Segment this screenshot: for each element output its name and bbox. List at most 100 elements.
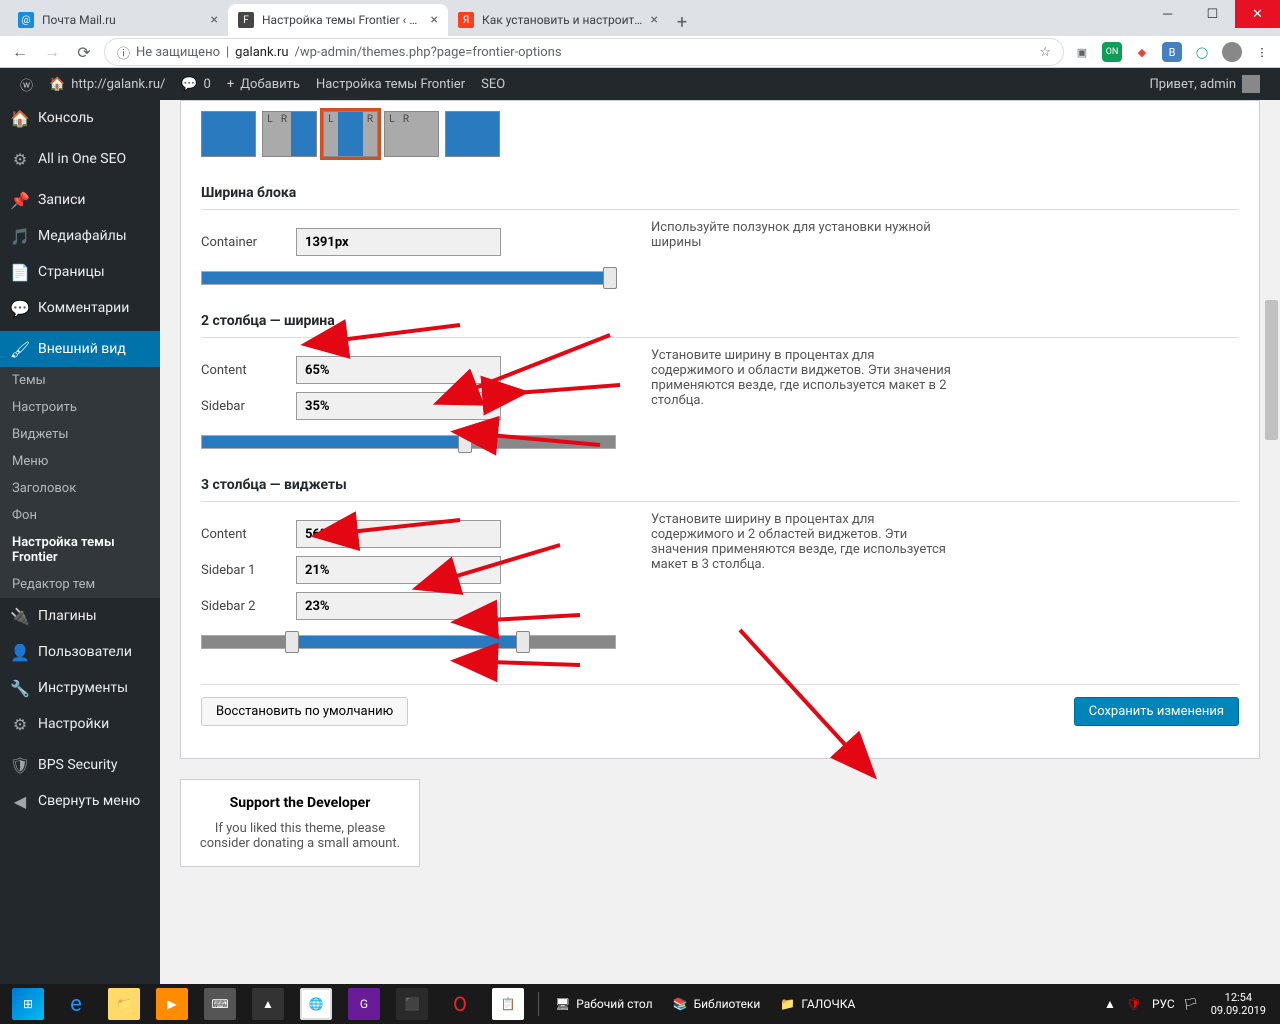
pin-icon: 📌 — [10, 190, 30, 210]
ext-icon[interactable]: B — [1162, 42, 1182, 62]
seo-link[interactable]: SEO — [473, 68, 513, 100]
minimize-button[interactable]: ─ — [1145, 0, 1190, 28]
two-col-slider[interactable] — [201, 435, 616, 449]
sub-themes[interactable]: Темы — [0, 367, 160, 394]
url-field[interactable]: ⓘ Не защищено | galank.ru/wp-admin/theme… — [104, 38, 1064, 66]
sub-editor[interactable]: Редактор тем — [0, 571, 160, 598]
three-col-hint: Установите ширину в процентах для содерж… — [651, 512, 951, 572]
close-button[interactable]: ✕ — [1235, 0, 1280, 28]
tb-opera[interactable]: O — [436, 984, 484, 1024]
tb-app[interactable]: ▲ — [244, 984, 292, 1024]
comments-link[interactable]: 💬 0 — [173, 68, 219, 100]
container-input[interactable] — [296, 228, 501, 256]
tab-strip: @ Почта Mail.ru × F Настройка темы Front… — [0, 0, 1280, 36]
container-label: Container — [201, 235, 296, 250]
tray-icon[interactable]: 🛡 — [1122, 984, 1146, 1024]
user-icon: 👤 — [10, 642, 30, 662]
scrollbar[interactable] — [1263, 100, 1280, 984]
sub-background[interactable]: Фон — [0, 502, 160, 529]
sub-header[interactable]: Заголовок — [0, 475, 160, 502]
menu-appearance[interactable]: 🖌Внешний вид — [0, 331, 160, 367]
three-col-slider[interactable] — [201, 635, 616, 649]
menu-posts[interactable]: 📌Записи — [0, 182, 160, 218]
ext-icon[interactable]: ◯ — [1192, 42, 1212, 62]
close-icon[interactable]: × — [431, 12, 438, 28]
tb-ie[interactable]: e — [52, 984, 100, 1024]
wp-sidebar: 🏠Консоль ⚙All in One SEO 📌Записи 🎵Медиаф… — [0, 100, 160, 984]
star-icon[interactable]: ☆ — [1039, 45, 1051, 60]
reset-button[interactable]: Восстановить по умолчанию — [201, 697, 408, 726]
layout-option[interactable]: LR — [262, 111, 317, 157]
wrench-icon: 🔧 — [10, 678, 30, 698]
ext-icon[interactable]: ◆ — [1132, 42, 1152, 62]
layout-option-selected[interactable]: LR — [323, 111, 378, 157]
browser-tab[interactable]: Я Как установить и настроить те… × — [448, 4, 668, 36]
tb-libraries[interactable]: 📚 Библиотеки — [663, 984, 771, 1024]
sub-menus[interactable]: Меню — [0, 448, 160, 475]
close-icon[interactable]: × — [651, 12, 658, 28]
brush-icon: 🖌 — [10, 339, 30, 359]
new-tab-button[interactable]: + — [668, 8, 696, 36]
sub-customize[interactable]: Настроить — [0, 394, 160, 421]
menu-pages[interactable]: 📄Страницы — [0, 254, 160, 290]
menu-bps[interactable]: 🛡BPS Security — [0, 747, 160, 783]
two-sidebar-input[interactable] — [296, 392, 501, 420]
save-button[interactable]: Сохранить изменения — [1074, 697, 1239, 726]
tb-media[interactable]: ▶ — [148, 984, 196, 1024]
menu-users[interactable]: 👤Пользователи — [0, 634, 160, 670]
layout-option[interactable] — [445, 111, 500, 157]
menu-icon[interactable]: ⋮ — [1252, 42, 1272, 62]
browser-chrome: @ Почта Mail.ru × F Настройка темы Front… — [0, 0, 1280, 68]
ext-icon[interactable]: ▣ — [1072, 42, 1092, 62]
clock[interactable]: 12:54 09.09.2019 — [1201, 991, 1276, 1017]
menu-settings[interactable]: ⚙Настройки — [0, 706, 160, 742]
menu-tools[interactable]: 🔧Инструменты — [0, 670, 160, 706]
browser-tab[interactable]: @ Почта Mail.ru × — [8, 4, 228, 36]
close-icon[interactable]: × — [211, 12, 218, 28]
menu-aioseo[interactable]: ⚙All in One SEO — [0, 141, 160, 177]
menu-collapse[interactable]: ◀Свернуть меню — [0, 783, 160, 819]
user-greeting[interactable]: Привет, admin — [1141, 68, 1268, 100]
start-button[interactable]: ⊞ — [4, 984, 52, 1024]
tray-icon[interactable]: ▲ — [1098, 984, 1122, 1024]
layout-option[interactable] — [201, 111, 256, 157]
two-content-input[interactable] — [296, 356, 501, 384]
support-box: Support the Developer If you liked this … — [180, 779, 420, 867]
tray-icon[interactable]: 🏳 — [1181, 984, 1201, 1024]
tb-app[interactable]: 📋 — [484, 984, 532, 1024]
tb-app[interactable]: ⌨ — [196, 984, 244, 1024]
reload-button[interactable]: ⟳ — [72, 40, 96, 64]
lang-indicator[interactable]: РУС — [1146, 997, 1181, 1011]
menu-comments[interactable]: 💬Комментарии — [0, 290, 160, 326]
browser-tab-active[interactable]: F Настройка темы Frontier ‹ http… × — [228, 4, 448, 36]
wp-logo[interactable]: ⓦ — [12, 68, 41, 100]
forward-button[interactable]: → — [40, 40, 64, 64]
three-content-input[interactable] — [296, 520, 501, 548]
section-block-width: Ширина блока — [201, 177, 1239, 210]
menu-dashboard[interactable]: 🏠Консоль — [0, 100, 160, 136]
menu-media[interactable]: 🎵Медиафайлы — [0, 218, 160, 254]
tb-folder[interactable]: 📁 ГАЛОЧКА — [770, 984, 865, 1024]
avatar-icon[interactable] — [1222, 42, 1242, 62]
site-link[interactable]: 🏠 http://galank.ru/ — [41, 68, 173, 100]
sub-frontier[interactable]: Настройка темы Frontier — [0, 529, 160, 571]
tb-explorer[interactable]: 📁 — [100, 984, 148, 1024]
tb-desktop[interactable]: 🖥 Рабочий стол — [545, 984, 663, 1024]
three-s1-input[interactable] — [296, 556, 501, 584]
three-s2-input[interactable] — [296, 592, 501, 620]
back-button[interactable]: ← — [8, 40, 32, 64]
sub-widgets[interactable]: Виджеты — [0, 421, 160, 448]
tb-app[interactable]: G — [340, 984, 388, 1024]
container-hint: Используйте ползунок для установки нужно… — [651, 220, 951, 250]
ext-icon[interactable]: ON — [1102, 42, 1122, 62]
tb-app[interactable]: ⬛ — [388, 984, 436, 1024]
avatar-icon — [1242, 75, 1260, 93]
menu-plugins[interactable]: 🔌Плагины — [0, 598, 160, 634]
three-s1-label: Sidebar 1 — [201, 563, 296, 578]
tb-chrome[interactable]: 🌐 — [292, 984, 340, 1024]
layout-option[interactable]: LR — [384, 111, 439, 157]
add-new[interactable]: + Добавить — [219, 68, 308, 100]
theme-settings-link[interactable]: Настройка темы Frontier — [308, 68, 473, 100]
container-slider[interactable] — [201, 271, 616, 285]
maximize-button[interactable]: ☐ — [1190, 0, 1235, 28]
